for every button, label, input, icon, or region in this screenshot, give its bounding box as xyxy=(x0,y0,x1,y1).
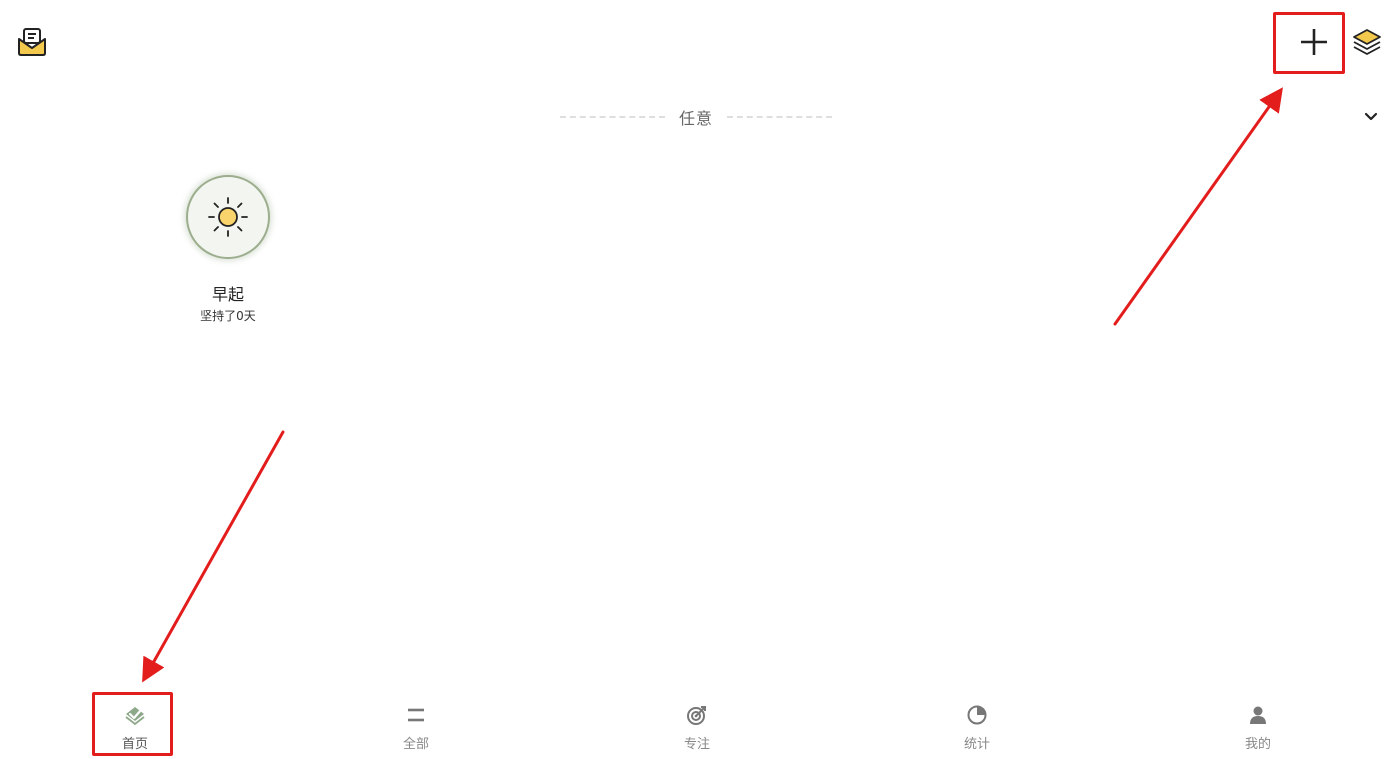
divider-line-left xyxy=(560,116,665,118)
home-check-icon xyxy=(125,707,145,726)
user-icon xyxy=(1250,706,1266,724)
habit-name: 早起 xyxy=(211,285,244,304)
group-label: 任意 xyxy=(679,109,714,128)
annotation-arrow-home xyxy=(142,430,285,683)
nav-label-all: 全部 xyxy=(402,737,429,752)
add-habit-button[interactable] xyxy=(1290,22,1338,62)
nav-label-mine: 我的 xyxy=(1244,737,1271,752)
nav-item-all[interactable]: 全部 xyxy=(371,696,461,754)
pie-chart-icon xyxy=(967,705,987,725)
target-icon xyxy=(687,706,706,725)
nav-item-mine[interactable]: 我的 xyxy=(1213,696,1303,754)
nav-item-home[interactable]: 首页 xyxy=(90,696,180,754)
layers-icon[interactable] xyxy=(1352,26,1382,56)
divider-line-right xyxy=(727,116,833,118)
nav-item-stats[interactable]: 统计 xyxy=(932,696,1022,754)
nav-label-stats: 统计 xyxy=(963,737,990,752)
group-divider: 任意 xyxy=(560,104,833,130)
nav-item-focus[interactable]: 专注 xyxy=(652,696,742,754)
annotation-arrow-add xyxy=(1113,87,1283,326)
app-screen: 任意 早起 坚持了0天 首页 全部 专注 统计 我的 xyxy=(0,0,1399,759)
list-icon xyxy=(408,708,424,722)
nav-label-home: 首页 xyxy=(121,737,148,752)
bottom-nav: 首页 全部 专注 统计 我的 xyxy=(0,696,1399,754)
plus-icon xyxy=(1301,29,1327,55)
nav-label-focus: 专注 xyxy=(683,737,710,752)
habit-icon-ring xyxy=(186,175,270,259)
sun-icon xyxy=(208,197,248,237)
mail-icon[interactable] xyxy=(16,27,48,57)
habit-streak: 坚持了0天 xyxy=(200,309,256,323)
habit-card[interactable]: 早起 坚持了0天 xyxy=(170,170,286,330)
chevron-down-icon[interactable] xyxy=(1362,108,1380,126)
